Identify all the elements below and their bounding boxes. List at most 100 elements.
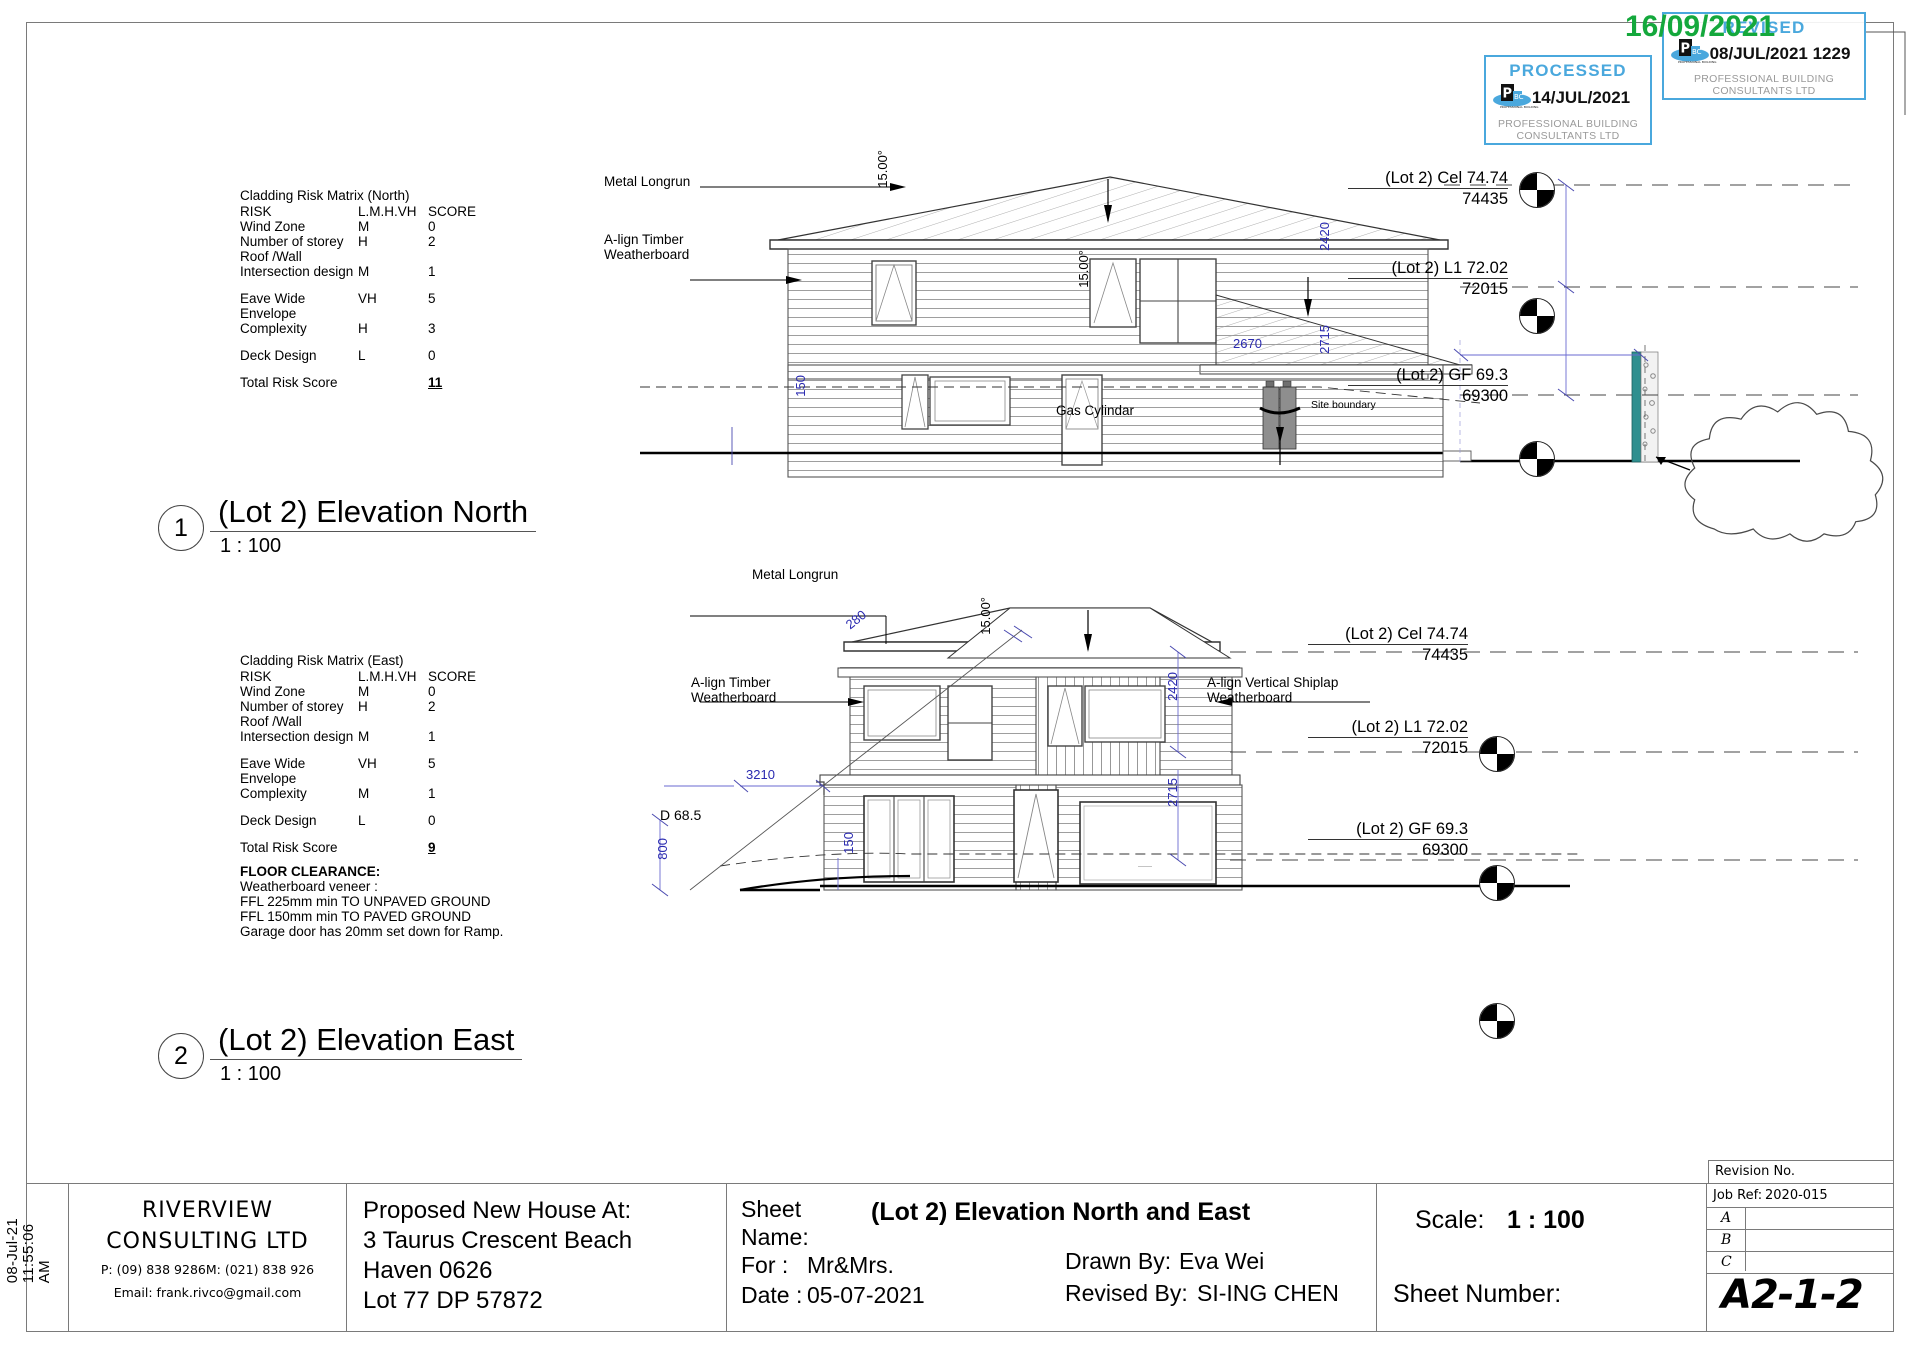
east-shiplap-note-line2: Weatherboard xyxy=(1207,690,1293,705)
matrix-north-row: Envelope xyxy=(240,306,297,321)
floor-clearance-line: Garage door has 20mm set down for Ramp. xyxy=(240,924,504,939)
north-level-gf-symbol xyxy=(1519,441,1555,477)
revised-by-label: Revised By: xyxy=(1065,1280,1188,1306)
north-level-gf: (Lot 2) GF 69.3 69300 xyxy=(1348,366,1508,406)
revision-table-cell: Job Ref: 2020-015 A B C A2-1-2 xyxy=(1707,1184,1893,1331)
matrix-east-header-risk: RISK xyxy=(240,669,272,684)
east-level-l1: (Lot 2) L1 72.02 72015 xyxy=(1308,718,1468,758)
east-dim-2715: 2715 xyxy=(1165,778,1180,807)
east-level-ceiling-symbol xyxy=(1479,736,1515,772)
matrix-east-row: Wind Zone M 0 xyxy=(240,684,436,699)
east-level-l1-label: (Lot 2) L1 72.02 xyxy=(1351,718,1469,736)
processed-stamp-footer-2: CONSULTANTS LTD xyxy=(1516,130,1620,142)
north-metal-longrun-note: Metal Longrun xyxy=(604,174,691,189)
matrix-east-row: Roof /Wall xyxy=(240,714,302,729)
scale-cell: Scale: 1 : 100 Sheet Number: xyxy=(1377,1184,1707,1331)
matrix-east-title: Cladding Risk Matrix (East) xyxy=(240,653,404,668)
sheet-name-label-2: Name: xyxy=(741,1224,809,1250)
date-label: Date : xyxy=(741,1282,803,1308)
matrix-north-row: Roof /Wall xyxy=(240,249,302,264)
company-email: Email: frank.rivco@gmail.com xyxy=(113,1285,302,1300)
matrix-north-row: Deck Design L 0 xyxy=(240,348,436,363)
north-level-l1: (Lot 2) L1 72.02 72015 xyxy=(1348,259,1508,299)
svg-text:PROFESSIONAL BUILDING: PROFESSIONAL BUILDING xyxy=(1500,105,1539,109)
matrix-north-row: Wind Zone M 0 xyxy=(240,219,436,234)
east-level-gf: (Lot 2) GF 69.3 69300 xyxy=(1308,820,1468,860)
north-level-ceiling: (Lot 2) Cel 74.74 74435 xyxy=(1348,169,1508,209)
floor-clearance-heading: FLOOR CLEARANCE: xyxy=(240,864,381,879)
east-level-gf-symbol xyxy=(1479,1003,1515,1039)
floor-clearance-line: Weatherboard veneer : xyxy=(240,879,378,894)
north-weatherboard-note-line1: A-lign Timber xyxy=(604,232,684,247)
plot-stamp-cell: 08-Jul-21 11:55:06 AM xyxy=(4,1184,69,1331)
east-level-gf-label: (Lot 2) GF 69.3 xyxy=(1356,820,1468,838)
east-weatherboard-note-line1: A-lign Timber xyxy=(691,675,771,690)
east-level-gf-value: 69300 xyxy=(1308,839,1468,860)
matrix-north-header-score: SCORE xyxy=(428,204,477,219)
green-date-stamp: 16/09/2021 xyxy=(1625,10,1776,43)
view-title-east-name: (Lot 2) Elevation East xyxy=(210,1023,523,1060)
sheet-number-label: Sheet Number: xyxy=(1393,1280,1562,1308)
east-dim-3210: 3210 xyxy=(746,767,775,782)
north-gas-cylinder-note: Gas Cylindar xyxy=(1056,403,1135,418)
for-value: Mr&Mrs. xyxy=(807,1252,894,1278)
floor-clearance-line: FFL 150mm min TO PAVED GROUND xyxy=(240,909,472,924)
north-level-gf-value: 69300 xyxy=(1348,385,1508,406)
north-roof-pitch-left: 15.00° xyxy=(875,150,890,188)
east-shiplap-note-line1: A-lign Vertical Shiplap xyxy=(1207,675,1339,690)
matrix-north-total-score: 11 xyxy=(428,375,443,390)
east-dim-150: 150 xyxy=(841,832,856,854)
processed-stamp-footer-1: PROFESSIONAL BUILDING xyxy=(1497,118,1639,130)
east-datum-note: D 68.5 xyxy=(660,807,702,823)
north-dim-150: 150 xyxy=(793,375,808,397)
matrix-north-title: Cladding Risk Matrix (North) xyxy=(240,188,410,203)
processed-stamp-date: 14/JUL/2021 xyxy=(1531,88,1631,107)
company-name-line2: CONSULTING LTD xyxy=(106,1229,309,1254)
drawn-by-value: Eva Wei xyxy=(1179,1248,1265,1274)
view-title-north-scale: 1 : 100 xyxy=(220,535,282,557)
matrix-north-total: Total Risk Score 11 xyxy=(240,375,550,390)
matrix-east-row: Number of storey H 2 xyxy=(240,699,436,714)
processed-stamp: PROCESSED P BC PROFESSIONAL BUILDING 14/… xyxy=(1484,55,1652,145)
sheet-name-value: (Lot 2) Elevation North and East xyxy=(871,1198,1251,1226)
matrix-north-row: Intersection design M 1 xyxy=(240,264,436,279)
view-title-north: 1 (Lot 2) Elevation North 1 : 100 xyxy=(158,495,537,558)
job-ref-label: Job Ref: xyxy=(1713,1188,1763,1203)
north-dim-2715: 2715 xyxy=(1317,325,1332,354)
east-weatherboard-note-line2: Weatherboard xyxy=(691,690,777,705)
svg-text:P: P xyxy=(1503,87,1513,102)
matrix-north-total-label: Total Risk Score xyxy=(240,375,338,390)
for-label: For : xyxy=(741,1252,789,1278)
scale-value: 1 : 100 xyxy=(1507,1206,1585,1234)
company-name-line1: RIVERVIEW xyxy=(142,1198,273,1223)
view-title-east: 2 (Lot 2) Elevation East 1 : 100 xyxy=(158,1023,523,1086)
east-shiplap-note: A-lign Vertical Shiplap Weatherboard xyxy=(1207,675,1338,705)
sheet-info-cell: Sheet Name: (Lot 2) Elevation North and … xyxy=(727,1184,1377,1331)
matrix-east-header-score: SCORE xyxy=(428,669,477,684)
revision-row-b[interactable]: B xyxy=(1721,1232,1731,1248)
matrix-east-row: Envelope xyxy=(240,771,297,786)
north-elevation-drawing xyxy=(640,176,1884,542)
east-dim-2420: 2420 xyxy=(1165,672,1180,701)
project-line-3: Haven 0626 xyxy=(363,1257,493,1284)
scale-label: Scale: xyxy=(1415,1206,1485,1234)
sheet-number-value: A2-1-2 xyxy=(1721,1272,1864,1318)
east-roof-pitch: 15.00° xyxy=(978,597,993,635)
matrix-east-total: Total Risk Score 9 xyxy=(240,840,550,855)
view-title-east-scale: 1 : 100 xyxy=(220,1063,282,1085)
revision-row-c[interactable]: C xyxy=(1721,1254,1732,1270)
matrix-east-row: Deck Design L 0 xyxy=(240,813,436,828)
job-ref-value: 2020-015 xyxy=(1765,1188,1828,1203)
north-level-gf-label: (Lot 2) GF 69.3 xyxy=(1396,366,1508,384)
matrix-north-row: Complexity H 3 xyxy=(240,321,436,336)
matrix-north-header-band: L.M.H.VH xyxy=(358,204,417,219)
revision-no-strip: Revision No. xyxy=(1708,1160,1894,1184)
view-number-bubble: 1 xyxy=(158,505,204,551)
east-metal-longrun-note: Metal Longrun xyxy=(752,567,839,582)
project-line-1: Proposed New House At: xyxy=(363,1197,632,1224)
revision-row-a[interactable]: A xyxy=(1721,1210,1731,1226)
north-level-l1-symbol xyxy=(1519,298,1555,334)
matrix-north-row: Number of storey H 2 xyxy=(240,234,436,249)
east-level-ceiling: (Lot 2) Cel 74.74 74435 xyxy=(1308,625,1468,665)
north-level-l1-label: (Lot 2) L1 72.02 xyxy=(1391,259,1509,277)
